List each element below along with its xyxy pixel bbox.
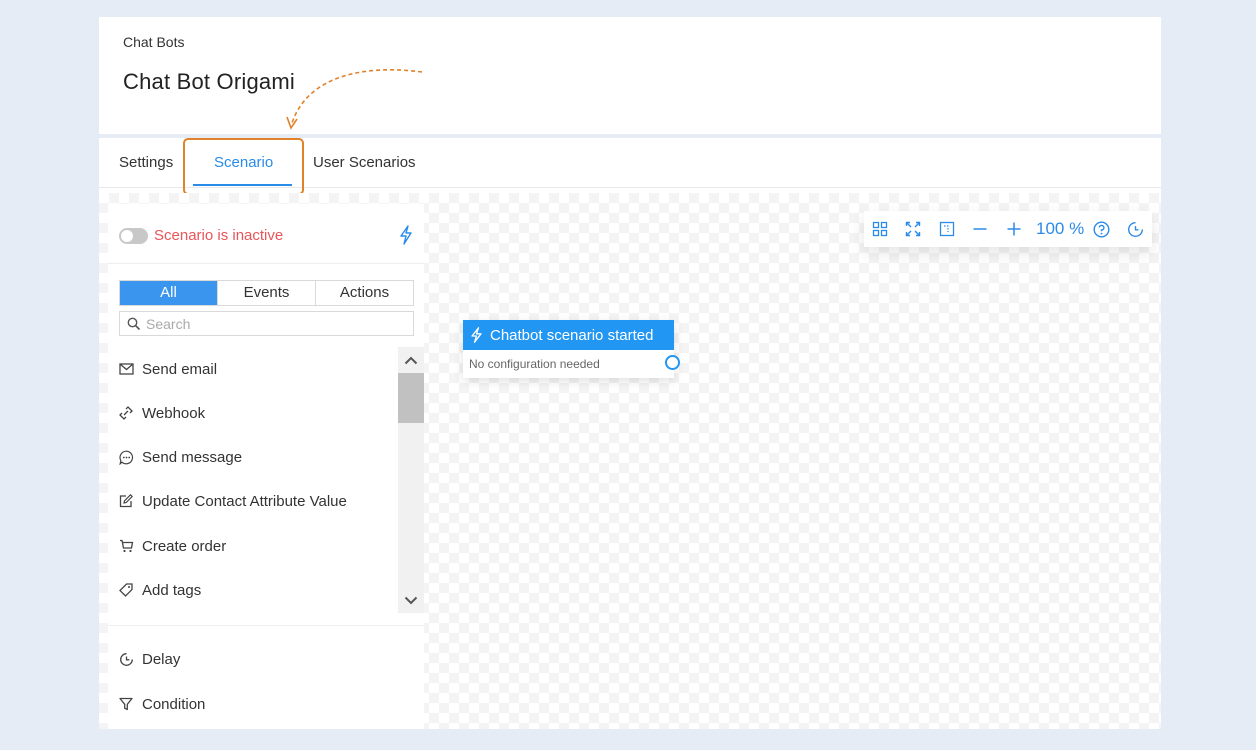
list-item-create-order[interactable]: Create order <box>118 534 226 558</box>
cart-icon <box>118 538 134 554</box>
history-icon[interactable] <box>1126 220 1144 238</box>
app-frame: Chat Bots Chat Bot Origami Settings Scen… <box>99 17 1161 729</box>
lightning-icon[interactable] <box>397 225 415 245</box>
zoom-level: 100 % <box>1036 219 1085 238</box>
scroll-thumb[interactable] <box>398 373 424 423</box>
scenario-canvas[interactable]: Scenario is inactive All Events Actions <box>99 193 1161 729</box>
chevron-down-icon <box>404 596 418 604</box>
canvas-toolbar: 100 % <box>864 211 1152 247</box>
scenario-start-node[interactable]: Chatbot scenario started No configuratio… <box>463 320 680 378</box>
list-item-label: Delay <box>142 650 181 668</box>
page-header: Chat Bots Chat Bot Origami <box>99 17 1161 134</box>
webhook-icon <box>118 405 134 421</box>
list-item-label: Send email <box>142 360 218 378</box>
filter-icon <box>118 696 134 712</box>
page-title: Chat Bot Origami <box>123 69 295 94</box>
annotation-arrow-icon <box>286 69 423 130</box>
list-item-webhook[interactable]: Webhook <box>118 401 205 425</box>
tab-user-scenarios[interactable]: User Scenarios <box>313 138 416 188</box>
node-output-port[interactable] <box>665 355 680 370</box>
list-item-label: Condition <box>142 695 206 713</box>
status-row: Scenario is inactive <box>108 204 424 264</box>
node-subtitle: No configuration needed <box>469 357 600 371</box>
tag-icon <box>118 582 134 598</box>
list-item-condition[interactable]: Condition <box>118 692 205 716</box>
search-box <box>119 311 414 336</box>
list-item-delay[interactable]: Delay <box>118 647 180 671</box>
filter-all[interactable]: All <box>120 281 218 305</box>
clock-icon <box>118 651 134 667</box>
chat-bubble-icon <box>118 449 134 465</box>
filter-actions[interactable]: Actions <box>316 281 413 305</box>
list-item-label: Create order <box>142 537 227 555</box>
list-scrollbar[interactable] <box>398 347 424 613</box>
search-input[interactable] <box>146 314 406 333</box>
list-item-label: Webhook <box>142 404 206 422</box>
list-item-add-tags[interactable]: Add tags <box>118 578 201 602</box>
chevron-up-icon <box>404 356 418 364</box>
filter-events[interactable]: Events <box>218 281 316 305</box>
help-icon[interactable] <box>1092 220 1110 238</box>
node-header: Chatbot scenario started <box>463 320 674 350</box>
tab-bar: Settings Scenario User Scenarios <box>99 138 1161 195</box>
tab-highlight-annotation <box>183 138 304 195</box>
blocks-list: Send email Webhook Send message Update C… <box>108 347 424 613</box>
list-item-label: Add tags <box>142 581 202 599</box>
breadcrumb[interactable]: Chat Bots <box>123 34 184 50</box>
status-text: Scenario is inactive <box>154 227 284 244</box>
search-icon <box>127 317 141 331</box>
list-item-send-email[interactable]: Send email <box>118 357 217 381</box>
grid-icon[interactable] <box>871 220 889 238</box>
fit-screen-icon[interactable] <box>904 220 922 238</box>
list-item-send-message[interactable]: Send message <box>118 445 242 469</box>
scroll-down-button[interactable] <box>398 587 424 613</box>
scenario-toggle[interactable] <box>119 228 148 244</box>
envelope-icon <box>118 361 134 377</box>
blocks-panel: Scenario is inactive All Events Actions <box>108 204 424 729</box>
list-item-label: Send message <box>142 448 243 466</box>
list-item-update-contact-attribute[interactable]: Update Contact Attribute Value <box>118 489 347 513</box>
scroll-up-button[interactable] <box>398 347 424 373</box>
edit-icon <box>118 493 134 509</box>
zoom-in-icon[interactable] <box>1005 220 1023 238</box>
filter-segment: All Events Actions <box>119 280 414 306</box>
list-item-label: Update Contact Attribute Value <box>142 492 347 510</box>
tab-settings[interactable]: Settings <box>119 138 173 188</box>
node-title: Chatbot scenario started <box>490 327 654 344</box>
section-divider <box>108 625 424 626</box>
zoom-out-icon[interactable] <box>971 220 989 238</box>
select-area-icon[interactable] <box>938 220 956 238</box>
lightning-icon <box>471 327 482 343</box>
